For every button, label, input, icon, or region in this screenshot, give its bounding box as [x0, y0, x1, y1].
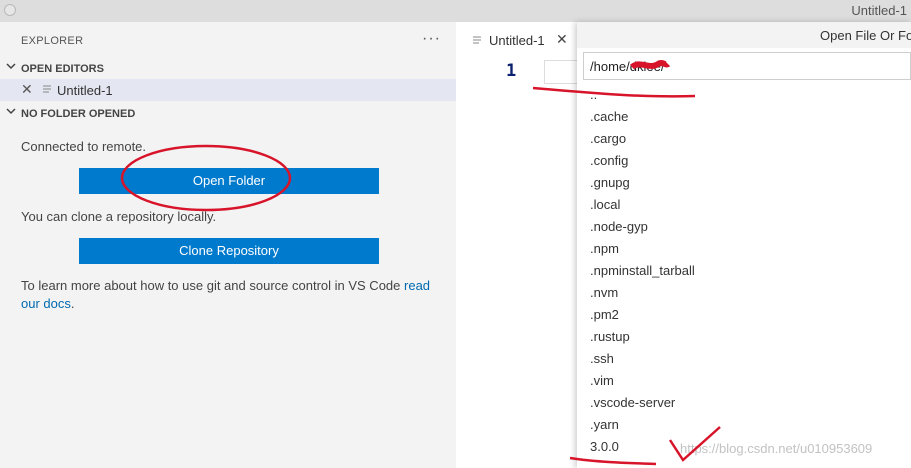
file-list-item[interactable]: .nvm	[577, 282, 911, 304]
file-lines-icon	[473, 36, 481, 44]
file-list-item[interactable]: .rustup	[577, 326, 911, 348]
file-list-item[interactable]: .node-gyp	[577, 216, 911, 238]
file-list-item[interactable]: .vscode-server	[577, 392, 911, 414]
file-list-item[interactable]: .cache	[577, 106, 911, 128]
open-editor-item[interactable]: ✕ Untitled-1	[0, 79, 456, 101]
tab-untitled-1[interactable]: Untitled-1 ✕	[456, 22, 578, 58]
file-list-item[interactable]: .cargo	[577, 128, 911, 150]
path-input[interactable]	[583, 52, 911, 80]
file-list-item[interactable]: .npm	[577, 238, 911, 260]
open-editor-name: Untitled-1	[57, 83, 113, 98]
chevron-down-icon	[6, 63, 16, 70]
dialog-title: Open File Or Folder	[820, 28, 911, 43]
open-editors-header[interactable]: OPEN EDITORS	[0, 58, 456, 80]
close-icon[interactable]: ✕	[21, 81, 33, 98]
explorer-title: EXPLORER	[21, 35, 84, 47]
file-list-item[interactable]: .ssh	[577, 348, 911, 370]
learn-more-suffix: .	[70, 296, 75, 311]
chevron-down-icon	[6, 108, 16, 115]
connected-message: Connected to remote.	[21, 139, 147, 154]
file-list-item[interactable]: .local	[577, 194, 911, 216]
file-list: .. .cache .cargo .config .gnupg .local .node-g…	[577, 84, 911, 458]
file-list-item[interactable]: .vim	[577, 370, 911, 392]
open-folder-button[interactable]: Open Folder	[79, 168, 379, 194]
dialog-header: Open File Or Folder	[577, 22, 911, 48]
file-list-item[interactable]: .config	[577, 150, 911, 172]
file-list-item[interactable]: .gnupg	[577, 172, 911, 194]
file-list-item[interactable]: ..	[577, 84, 911, 106]
file-list-item[interactable]: .npminstall_tarball	[577, 260, 911, 282]
title-bar: Untitled-1	[0, 0, 911, 22]
cursor-box	[544, 60, 578, 84]
tab-label: Untitled-1	[489, 33, 545, 48]
learn-more-body: To learn more about how to use git and s…	[21, 278, 401, 293]
line-number: 1	[506, 61, 517, 81]
open-editors-label: OPEN EDITORS	[21, 63, 104, 75]
window-close-icon[interactable]	[4, 4, 16, 16]
watermark: https://blog.csdn.net/u010953609	[680, 441, 873, 456]
ellipsis-icon[interactable]: ···	[422, 30, 441, 48]
close-icon[interactable]: ✕	[556, 31, 568, 48]
clone-repository-button[interactable]: Clone Repository	[79, 238, 379, 264]
open-file-dialog: Open File Or Folder ...cache.cargo.confi…	[577, 22, 911, 468]
no-folder-header[interactable]: NO FOLDER OPENED	[0, 103, 456, 125]
file-lines-icon	[43, 85, 51, 93]
learn-more-text: To learn more about how to use git and s…	[21, 277, 441, 313]
no-folder-label: NO FOLDER OPENED	[21, 108, 136, 120]
clone-message: You can clone a repository locally.	[21, 209, 217, 224]
file-list-item[interactable]: .yarn	[577, 414, 911, 436]
file-list-item[interactable]: .pm2	[577, 304, 911, 326]
window-title: Untitled-1	[851, 3, 907, 18]
explorer-sidebar: EXPLORER ··· OPEN EDITORS ✕ Untitled-1 N…	[0, 22, 456, 468]
